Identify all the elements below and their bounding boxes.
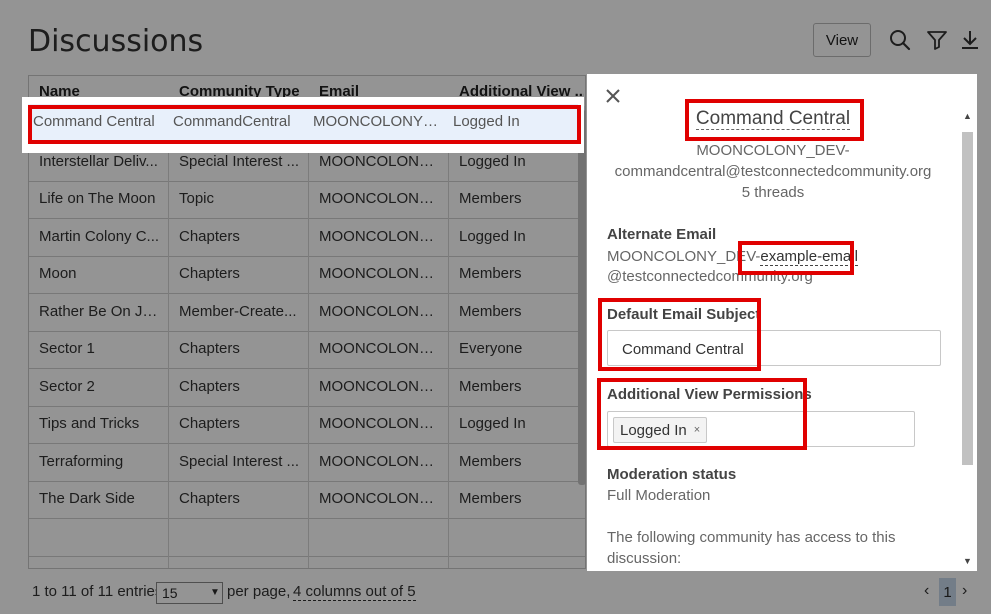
row-name: Interstellar Deliv... [39,152,158,170]
per-page-value: 15 [162,585,178,601]
column-divider [448,106,449,568]
row-email: MOONCOLONY_... [319,190,442,207]
row-view-permission: Logged In [459,415,526,432]
table-row[interactable]: Sector 2 Chapters MOONCOLONY_... Members [29,369,585,407]
entries-count: 1 to 11 of 11 entries, [32,583,167,600]
page-button-current[interactable]: 1 [939,578,956,606]
row-community-type: Chapters [179,340,240,357]
download-icon[interactable] [958,28,982,52]
moderation-label: Moderation status [607,466,737,483]
row-email: MOONCOLONY_... [319,302,442,320]
row-community-type: Chapters [179,227,240,245]
row-view-permission: Members [459,302,522,320]
row-community-type: Member-Create... [179,302,297,320]
column-divider [308,106,309,568]
filter-icon[interactable] [925,28,949,52]
row-view-permission: Members [459,377,522,395]
table-row[interactable]: Rather Be On Ju... Member-Create... MOONCO… [29,294,585,332]
row-community-type: Topic [179,190,215,207]
row-community-type: Chapters [179,415,240,432]
row-email: MOONCOLONY_... [319,490,442,507]
row-email: MOONCOLONY_... [319,377,442,395]
row-community-type: Chapters [179,490,240,507]
table-row-empty [29,519,585,557]
per-page-select[interactable]: 15 ▼ [156,582,223,604]
highlight-default-subject [598,298,761,371]
row-view-permission: Members [459,452,522,470]
panel-thread-count: 5 threads [741,184,805,201]
row-community-type: Special Interest ... [179,152,300,170]
row-email: MOONCOLONY_... [319,227,442,245]
row-view-permission: Members [459,190,522,207]
columns-toggle-link[interactable]: 4 columns out of 5 [293,583,416,601]
row-view-permission: Everyone [459,340,523,357]
column-divider [168,106,169,568]
access-text-line2: discussion: [607,550,682,567]
panel-scrollbar[interactable] [962,132,973,465]
scroll-up-icon[interactable]: ▲ [963,111,972,121]
row-name: Moon [39,265,77,282]
highlight-view-permissions [597,378,807,450]
row-name: Sector 1 [39,340,95,357]
row-name: Life on The Moon [39,190,156,207]
close-icon[interactable] [605,88,621,104]
row-name: Tips and Tricks [39,415,140,432]
next-page-icon[interactable]: › [962,582,967,600]
table-row[interactable]: Sector 1 Chapters MOONCOLONY_... Everyone [29,331,585,369]
panel-email-line1: MOONCOLONY_DEV- [696,142,850,159]
row-community-type: Chapters [179,377,240,395]
highlight-selected-row [28,105,581,144]
row-community-type: Chapters [179,265,240,282]
table-row[interactable]: Moon Chapters MOONCOLONY_... Members [29,256,585,294]
chevron-down-icon: ▼ [210,587,220,598]
highlight-panel-title [685,99,864,141]
panel-email-line2: commandcentral@testconnectedcommunity.or… [614,163,932,180]
row-email: MOONCOLONY_... [319,452,442,470]
row-email: MOONCOLONY_... [319,265,442,282]
row-view-permission: Logged In [459,227,526,245]
table-row[interactable]: Martin Colony C... Chapters MOONCOLONY_...… [29,219,585,257]
table-row[interactable]: The Dark Side Chapters MOONCOLONY_... Membe… [29,481,585,519]
page-title: Discussions [28,24,204,59]
table-scrollbar[interactable] [578,110,586,485]
previous-page-icon[interactable]: ‹ [924,582,929,600]
row-name: Sector 2 [39,377,95,395]
table-row[interactable]: Life on The Moon Topic MOONCOLONY_... Membe… [29,181,585,219]
search-icon[interactable] [888,28,912,52]
row-view-permission: Members [459,265,522,282]
table-row[interactable]: Tips and Tricks Chapters MOONCOLONY_... Log… [29,406,585,444]
access-text-line1: The following community has access to th… [607,529,896,546]
table-row[interactable]: Terraforming Special Interest ... MOONCOLO… [29,444,585,482]
row-view-permission: Members [459,490,522,507]
row-email: MOONCOLONY_... [319,152,442,170]
row-name: Terraforming [39,452,124,470]
moderation-value: Full Moderation [607,487,711,504]
row-email: MOONCOLONY_... [319,415,442,432]
per-page-label: per page, [227,583,291,600]
row-name: The Dark Side [39,490,135,507]
row-email: MOONCOLONY_... [319,340,442,357]
scroll-down-icon[interactable]: ▼ [963,556,972,566]
view-button[interactable]: View [813,23,871,57]
alternate-email-label: Alternate Email [607,226,717,243]
highlight-alternate-email [738,241,854,275]
row-name: Martin Colony C... [39,227,160,245]
row-community-type: Special Interest ... [179,452,300,470]
row-name: Rather Be On Ju... [39,302,162,320]
row-view-permission: Logged In [459,152,526,170]
